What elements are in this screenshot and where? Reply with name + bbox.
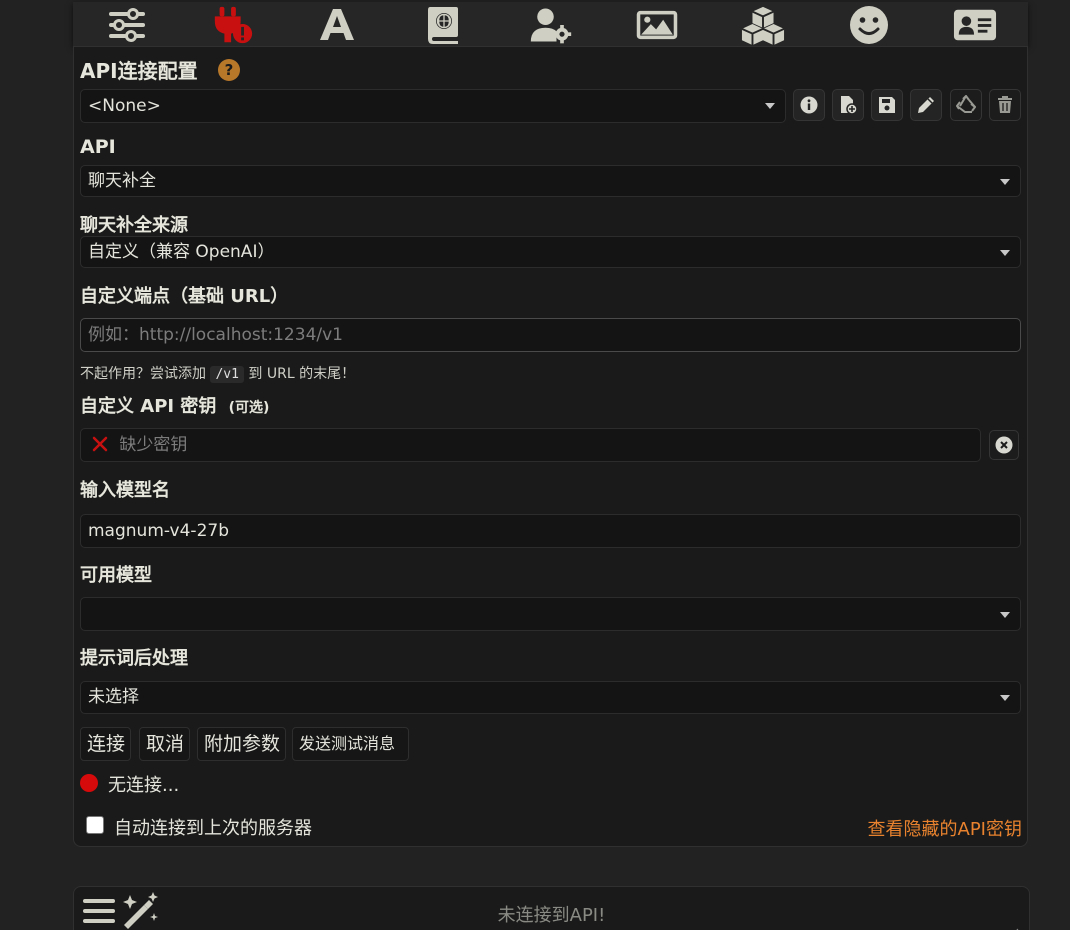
api-key-status: 缺少密钥 [119, 435, 188, 455]
view-hidden-keys-link[interactable]: 查看隐藏的API密钥 [868, 815, 1022, 841]
plug-warning-icon[interactable] [211, 6, 255, 44]
recycle-icon [956, 95, 976, 113]
model-name-label: 输入模型名 [80, 480, 170, 501]
user-gear-icon[interactable] [529, 6, 573, 44]
profile-reload-button[interactable] [950, 89, 982, 121]
endpoint-hint-after: 到 URL 的末尾！ [248, 366, 356, 382]
connection-profile-selected: <None> [88, 96, 161, 116]
profile-info-button[interactable] [793, 89, 825, 121]
trash-icon [998, 96, 1012, 113]
id-card-icon[interactable] [953, 6, 997, 44]
api-key-optional: (可选) [228, 400, 270, 416]
bottom-input-bar: 未连接到API! [73, 886, 1030, 930]
info-icon [800, 96, 818, 114]
sliders-icon[interactable] [105, 6, 149, 44]
message-input-placeholder[interactable]: 未连接到API! [74, 901, 1029, 927]
profile-save-button[interactable] [871, 89, 903, 121]
profile-new-button[interactable] [832, 89, 864, 121]
auto-connect-label: 自动连接到上次的服务器 [114, 818, 312, 839]
book-globe-icon[interactable] [421, 6, 465, 44]
postprocess-label: 提示词后处理 [80, 648, 188, 669]
auto-connect-checkbox[interactable] [86, 816, 104, 834]
model-name-value: magnum-v4-27b [88, 521, 229, 541]
profile-rename-button[interactable] [910, 89, 942, 121]
close-icon [92, 436, 108, 452]
api-key-label: 自定义 API 密钥 (可选) [80, 392, 269, 418]
status-indicator [80, 774, 98, 792]
source-select[interactable]: 自定义（兼容 OpenAI） [80, 236, 1021, 268]
pencil-icon [918, 97, 934, 113]
chevron-down-icon [1000, 612, 1010, 618]
connection-profile-select[interactable]: <None> [80, 89, 786, 123]
resize-handle[interactable] [1009, 923, 1019, 930]
postprocess-selected: 未选择 [88, 687, 139, 707]
available-models-label: 可用模型 [80, 565, 152, 586]
clear-api-key-button[interactable] [989, 430, 1019, 460]
api-connection-panel: API连接配置 ? <None> API 聊天补全 聊天补全来源 自定义（兼容 … [73, 46, 1028, 847]
app-root: API连接配置 ? <None> API 聊天补全 聊天补全来源 自定义（兼容 … [0, 0, 1070, 930]
connect-button[interactable]: 连接 [80, 727, 131, 761]
endpoint-input[interactable]: 例如：http://localhost:1234/v1 [80, 318, 1021, 352]
api-key-label-text: 自定义 API 密钥 [80, 396, 217, 417]
api-select[interactable]: 聊天补全 [80, 165, 1021, 197]
save-icon [879, 97, 895, 113]
endpoint-hint-before: 不起作用？尝试添加 [80, 366, 206, 382]
source-label: 聊天补全来源 [80, 215, 188, 236]
chevron-down-icon [1000, 250, 1010, 256]
circle-x-icon [995, 436, 1013, 454]
extra-params-button[interactable]: 附加参数 [197, 727, 286, 761]
cubes-icon[interactable] [741, 6, 785, 45]
endpoint-hint: 不起作用？尝试添加 /v1 到 URL 的末尾！ [80, 363, 355, 383]
help-icon[interactable]: ? [218, 59, 240, 81]
chevron-down-icon [1000, 695, 1010, 701]
api-label: API [80, 136, 116, 158]
source-selected: 自定义（兼容 OpenAI） [88, 242, 275, 262]
endpoint-placeholder: 例如：http://localhost:1234/v1 [88, 325, 343, 345]
profile-delete-button[interactable] [989, 89, 1021, 121]
postprocess-select[interactable]: 未选择 [80, 681, 1021, 714]
api-selected: 聊天补全 [88, 171, 156, 191]
image-icon[interactable] [635, 6, 679, 44]
endpoint-label: 自定义端点（基础 URL） [80, 286, 289, 307]
connection-profile-title: API连接配置 [80, 59, 198, 83]
endpoint-hint-code: /v1 [210, 366, 244, 383]
font-icon[interactable] [315, 6, 359, 44]
chevron-down-icon [1000, 179, 1010, 185]
file-plus-icon [841, 96, 858, 115]
available-models-select[interactable] [80, 597, 1021, 631]
cancel-button[interactable]: 取消 [139, 727, 190, 761]
api-key-input[interactable]: 缺少密钥 [80, 428, 981, 462]
send-test-button[interactable]: 发送测试消息 [292, 727, 409, 761]
status-text: 无连接... [108, 775, 180, 796]
smile-icon[interactable] [847, 6, 891, 44]
model-name-input[interactable]: magnum-v4-27b [80, 514, 1021, 548]
chevron-down-icon [765, 103, 775, 109]
top-toolbar [73, 2, 1028, 46]
